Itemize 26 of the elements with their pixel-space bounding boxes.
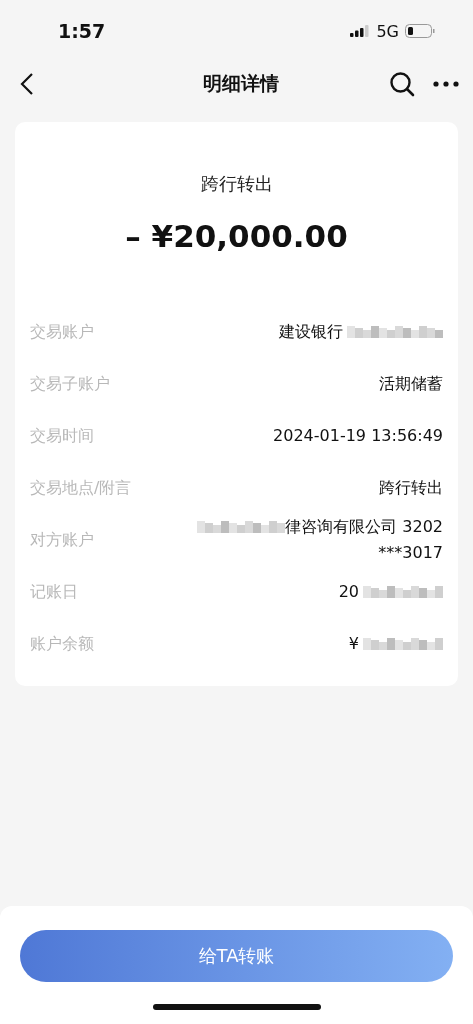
detail-label: 交易子账户: [30, 373, 110, 395]
signal-icon: [350, 25, 371, 37]
transaction-type: 跨行转出: [200, 172, 273, 196]
network-label: 5G: [376, 21, 399, 41]
detail-value: 律咨询有限公司 3202: [285, 516, 443, 538]
transaction-amount: – ¥20,000.00: [125, 218, 348, 254]
page-title: 明细详情: [202, 71, 279, 96]
detail-label: 记账日: [30, 581, 78, 603]
detail-value: ***3017: [378, 542, 443, 564]
search-icon[interactable]: [389, 71, 415, 97]
detail-label: 交易地点/附言: [30, 477, 132, 499]
detail-label: 对方账户: [30, 529, 94, 551]
detail-value: 活期储蓄: [379, 373, 443, 395]
detail-value: 2024-01-19 13:56:49: [273, 425, 443, 447]
detail-label: 交易账户: [30, 321, 94, 343]
detail-value: 建设银行: [279, 321, 343, 343]
transfer-button[interactable]: 给TA转账: [20, 930, 453, 982]
detail-value: 20: [338, 581, 359, 603]
status-time: 1:57: [58, 20, 106, 42]
detail-label: 交易时间: [30, 425, 94, 447]
back-button[interactable]: [20, 72, 34, 96]
detail-value: ¥: [348, 633, 359, 655]
detail-value: 跨行转出: [379, 477, 443, 499]
more-icon[interactable]: [433, 81, 459, 87]
detail-label: 账户余额: [30, 633, 94, 655]
battery-icon: [405, 24, 435, 38]
